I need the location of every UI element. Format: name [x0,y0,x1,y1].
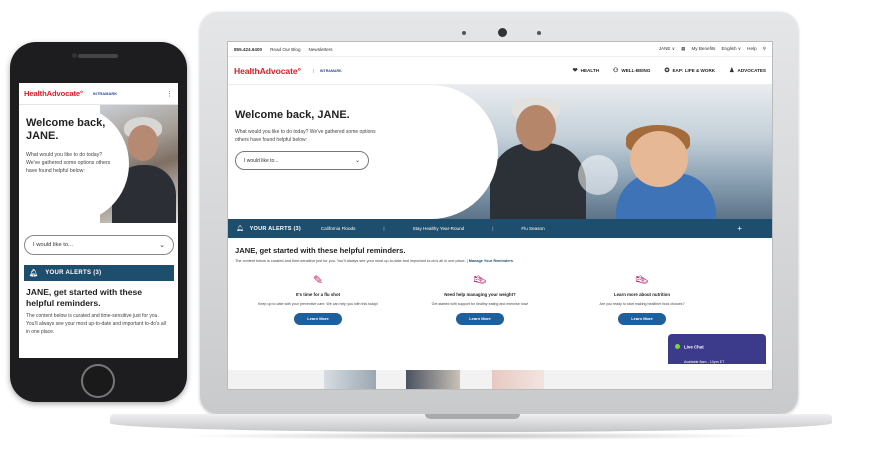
newsletters-link[interactable]: Newsletters [309,47,333,52]
phone-camera [72,53,77,58]
select-label: I would like to... [244,157,279,164]
learn-more-button[interactable]: Learn More [456,313,504,325]
alerts-title[interactable]: YOUR ALERTS (3) [250,226,301,232]
search-icon[interactable]: ⚲ [763,46,766,52]
reminder-card: 👟︎ Learn more about nutrition Are you re… [562,273,722,325]
bell-icon: 🔔︎ [29,270,39,277]
phone-speaker [78,54,118,58]
learn-more-button[interactable]: Learn More [294,313,342,325]
bell-icon: 🔔︎ [236,226,244,232]
laptop-screen: 855.424.6400 Read Our Blog Newsletters J… [227,41,773,390]
card-title: It's time for a flu shot [295,292,341,297]
content-thumbnails [228,370,772,389]
welcome-heading: Welcome back, JANE. [235,109,350,121]
chevron-down-icon: ⌄ [354,158,360,164]
phone-device: HealthAdvocate° INTRAMARK ⋮ Welcome back… [10,42,187,402]
card-description: Get started with support for healthy eat… [431,302,529,306]
menu-icon[interactable]: ⋮ [166,90,173,98]
phone-reminders-text: The content below is curated and time-se… [26,313,166,335]
intent-select[interactable]: I would like to... ⌄ [235,151,369,170]
site-logo[interactable]: HealthAdvocate° [234,66,301,76]
phone-alerts-label: YOUR ALERTS (3) [45,270,102,276]
compass-icon: ✪ [664,68,670,74]
phone-screen: HealthAdvocate° INTRAMARK ⋮ Welcome back… [19,83,178,358]
nav-well-being[interactable]: ⚇ WELL-BEING [613,67,650,74]
user-menu[interactable]: JANE ∨ [659,46,675,52]
alerts-bar: 🔔︎ YOUR ALERTS (3) California Floods | S… [228,219,772,238]
calendar-icon[interactable]: ▦ [681,46,685,52]
card-title: Need help managing your weight? [444,292,516,297]
advocate-icon: ♟ [729,68,735,74]
heart-icon: ❤ [572,68,578,74]
partner-logo: INTRAMARK [312,68,342,73]
benefits-link[interactable]: My Benefits [691,46,715,52]
help-link[interactable]: Help [747,46,756,52]
people-icon: ⚇ [612,68,619,74]
nav-health[interactable]: ❤ HEALTH [573,67,599,74]
alert-item[interactable]: Stay Healthy Year-Round [413,226,465,231]
nav-advocates[interactable]: ♟ ADVOCATES [729,67,766,74]
live-chat-hours: Available 8am - 10pm ET [684,360,725,364]
nav-eap[interactable]: ✪ EAP: LIFE & WORK [664,67,715,74]
device-mockup-scene: HealthAdvocate° INTRAMARK ⋮ Welcome back… [0,0,881,458]
language-select[interactable]: English ∨ [721,46,741,52]
expand-alerts-button[interactable]: + [737,224,742,233]
phone-reminders-heading: JANE, get started with these helpful rem… [26,287,143,308]
phone-select-label: I would like to... [33,242,73,248]
reminders-heading: JANE, get started with these helpful rem… [235,246,406,255]
phone-hero: Welcome back, JANE. What would you like … [19,105,178,223]
reminder-card: 👟︎ Need help managing your weight? Get s… [400,273,560,325]
alert-item[interactable]: California Floods [321,226,355,231]
phone-partner-logo: INTRAMARK [92,91,118,96]
online-status-icon [675,344,680,350]
sneaker-icon: 👟︎ [472,273,488,287]
learn-more-button[interactable]: Learn More [618,313,666,325]
phone-logo[interactable]: HealthAdvocate° [24,89,83,98]
laptop-camera [498,28,507,37]
card-title: Learn more about nutrition [613,292,671,297]
card-description: Are you ready to start making healthier … [599,302,685,306]
live-chat-widget[interactable]: Live Chat Available 8am - 10pm ET [668,334,766,364]
welcome-subtitle: What would you like to do today? We've g… [235,129,376,143]
syringe-icon: ✎ [312,273,324,287]
card-description: Keep up to date with your preventive car… [258,302,378,306]
phone-header: HealthAdvocate° INTRAMARK ⋮ [19,83,178,105]
laptop-lid: 855.424.6400 Read Our Blog Newsletters J… [200,12,798,414]
alert-item[interactable]: Flu Season [521,226,544,231]
phone-number[interactable]: 855.424.6400 [234,47,262,52]
live-chat-title: Live Chat [684,344,704,350]
phone-home-button[interactable] [81,364,115,398]
reminders-section: JANE, get started with these helpful rem… [228,238,772,263]
reminder-card: ✎ It's time for a flu shot Keep up to da… [238,273,398,325]
utility-bar: 855.424.6400 Read Our Blog Newsletters J… [228,42,772,57]
phone-welcome-heading: Welcome back, JANE. [26,117,106,142]
hero-section: Welcome back, JANE. What would you like … [228,85,772,219]
phone-welcome-subtitle: What would you like to do today? We've g… [26,152,111,174]
laptop-notch [425,414,520,419]
chevron-down-icon: ⌄ [159,242,165,249]
main-nav: HealthAdvocate° INTRAMARK ❤ HEALTH ⚇ WELL-… [228,57,772,85]
phone-intent-select[interactable]: I would like to... ⌄ [24,235,174,255]
sneaker-icon: 👟︎ [634,273,650,287]
blog-link[interactable]: Read Our Blog [270,47,300,52]
phone-alerts-bar[interactable]: 🔔︎ YOUR ALERTS (3) [24,265,174,281]
